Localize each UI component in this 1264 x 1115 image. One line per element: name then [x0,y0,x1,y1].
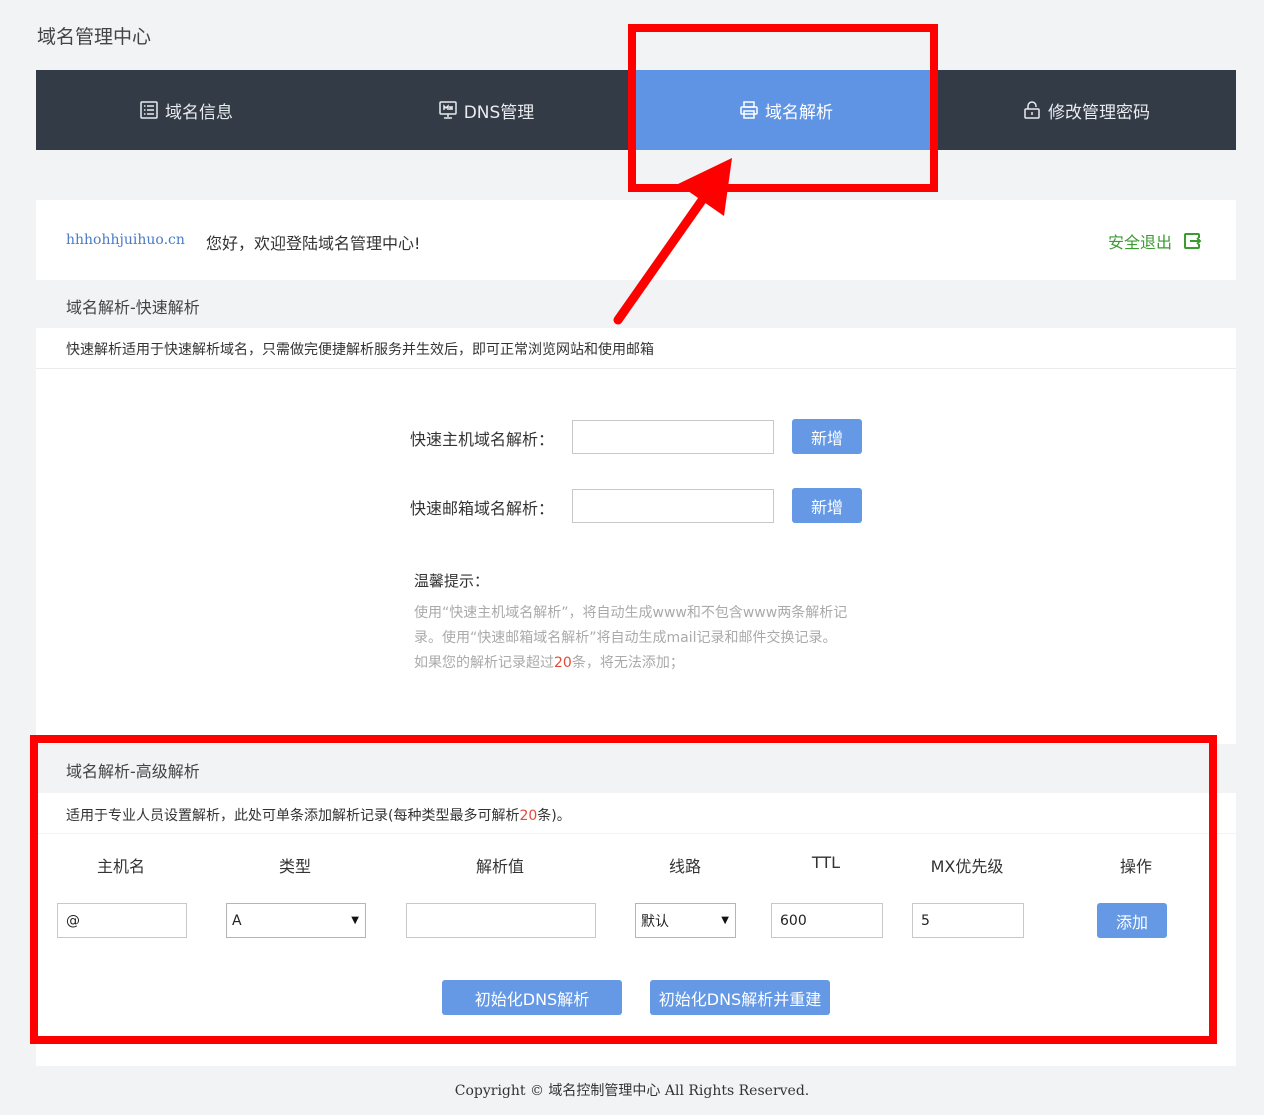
nav-item-domain-info[interactable]: 域名信息 [36,70,336,150]
tip-limit-number: 20 [554,655,572,671]
logout-label: 安全退出 [1107,233,1172,252]
monitor-icon [438,101,457,119]
tip-line: 录。使用“快速邮箱域名解析”将自动生成mail记录和邮件交换记录。 [414,630,837,646]
list-icon [140,101,158,119]
page-title: 域名管理中心 [37,26,152,48]
quick-host-input[interactable] [572,420,774,454]
quick-description: 快速解析适用于快速解析域名，只需做完便捷解析服务并生效后，即可正常浏览网站和使用… [66,342,654,358]
tip-line: 如果您的解析记录超过20条，将无法添加； [414,652,684,672]
nav-item-change-password[interactable]: 修改管理密码 [936,70,1236,150]
tip-line: 使用“快速主机域名解析”，将自动生成www和不包含www两条解析记 [414,605,848,621]
lock-icon [1024,101,1040,119]
quick-section-title: 域名解析-快速解析 [66,298,200,317]
quick-resolution-panel: 快速解析适用于快速解析域名，只需做完便捷解析服务并生效后，即可正常浏览网站和使用… [36,328,1236,744]
quick-mail-add-button[interactable]: 新增 [792,488,862,523]
divider [36,368,1236,369]
quick-mail-input[interactable] [572,489,774,523]
nav-item-label: DNS管理 [463,102,535,123]
tips-title: 温馨提示： [414,572,490,590]
quick-mail-label: 快速邮箱域名解析： [410,499,555,518]
tip-text: 条，将无法添加； [571,655,684,671]
highlight-box-advanced [30,735,1217,1044]
logout-link[interactable]: 安全退出 [1108,229,1202,253]
logout-icon [1184,233,1202,249]
quick-host-label: 快速主机域名解析： [410,430,555,449]
quick-host-add-button[interactable]: 新增 [792,419,862,454]
tip-text: 如果您的解析记录超过 [414,655,554,671]
nav-item-dns-management[interactable]: DNS管理 [336,70,636,150]
nav-item-label: 域名信息 [165,102,233,123]
annotation-arrow [613,158,732,325]
current-domain: hhhohhjuihuo.cn [66,232,185,248]
footer-copyright: Copyright © 域名控制管理中心 All Rights Reserved… [454,1083,810,1099]
welcome-message: 您好，欢迎登陆域名管理中心! [206,234,421,253]
nav-item-label: 修改管理密码 [1048,102,1150,123]
